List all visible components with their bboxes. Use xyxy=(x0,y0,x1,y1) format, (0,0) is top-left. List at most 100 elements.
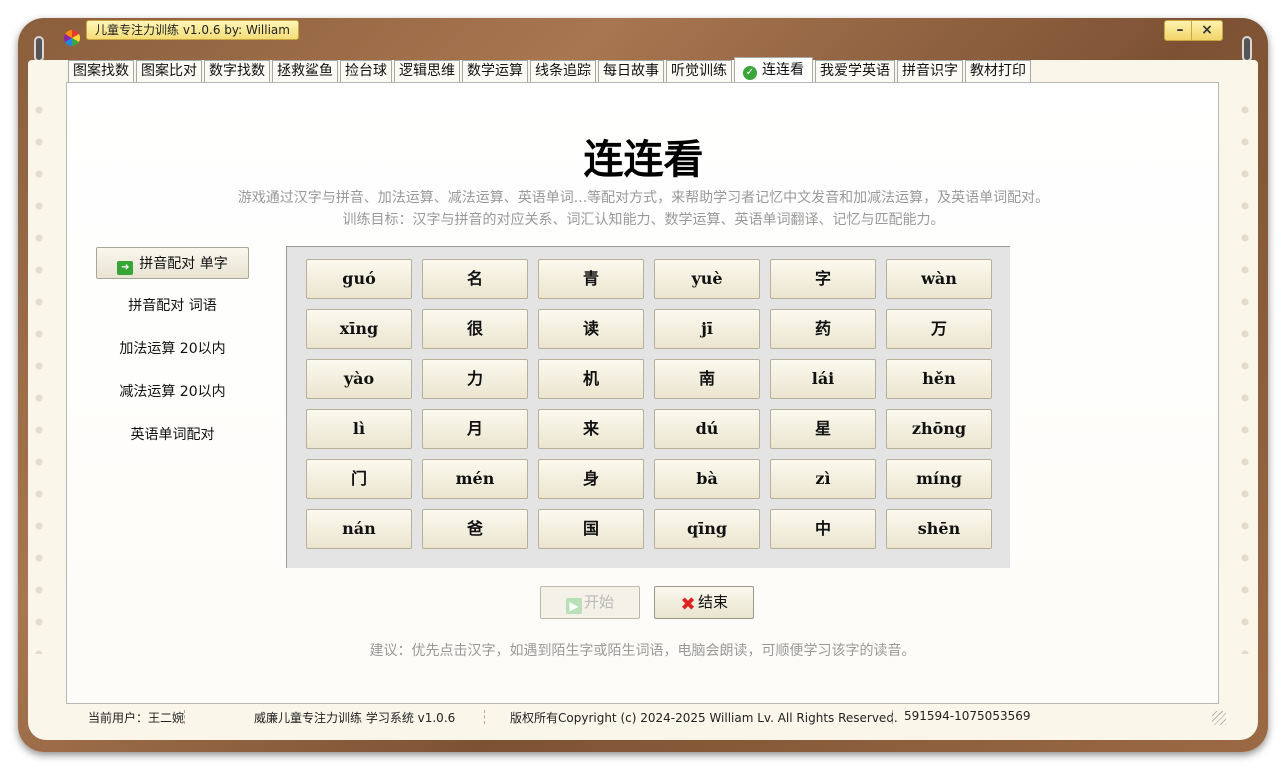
match-tile[interactable]: yuè xyxy=(654,259,760,299)
match-tile[interactable]: 青 xyxy=(538,259,644,299)
tab-9[interactable]: 听觉训练 xyxy=(666,60,732,82)
tab-label: 拯救鲨鱼 xyxy=(277,63,333,79)
page-description: 游戏通过汉字与拼音、加法运算、减法运算、英语单词...等配对方式，来帮助学习者记… xyxy=(237,190,1050,206)
status-system: 威廉儿童专注力训练 学习系统 v1.0.6 xyxy=(254,711,456,725)
match-tile[interactable]: xīng xyxy=(306,309,412,349)
tab-label: 捡台球 xyxy=(345,63,387,79)
mode-item-1[interactable]: 拼音配对 词语 xyxy=(96,290,249,322)
mode-item-4[interactable]: 英语单词配对 xyxy=(96,419,249,451)
match-tile[interactable]: bà xyxy=(654,459,760,499)
match-tile[interactable]: 爸 xyxy=(422,509,528,549)
match-tile[interactable]: wàn xyxy=(886,259,992,299)
match-tile[interactable]: shēn xyxy=(886,509,992,549)
match-tile[interactable]: 力 xyxy=(422,359,528,399)
tab-label: 教材打印 xyxy=(970,63,1026,79)
tab-1[interactable]: 图案比对 xyxy=(136,60,202,82)
match-tile[interactable]: 名 xyxy=(422,259,528,299)
usage-tip: 建议：优先点击汉字，如遇到陌生字或陌生词语，电脑会朗读，可顺便学习该字的读音。 xyxy=(369,643,916,659)
paper-holes-left xyxy=(34,94,44,654)
window-title: 儿童专注力训练 v1.0.6 by: William xyxy=(86,20,299,40)
mode-item-label: 减法运算 20以内 xyxy=(119,384,226,400)
match-tile[interactable]: míng xyxy=(886,459,992,499)
status-separator xyxy=(892,710,893,724)
match-board: guó 名青 yuè 字 wàn xīng 很读 jī 药万 yào 力机南 lái hěn lì 月来 dú… xyxy=(286,246,1010,568)
check-icon: ✓ xyxy=(743,66,757,80)
tab-3[interactable]: 拯救鲨鱼 xyxy=(272,60,338,82)
start-button-label: 开始 xyxy=(583,593,614,611)
match-tile[interactable]: lái xyxy=(770,359,876,399)
match-tile[interactable]: 南 xyxy=(654,359,760,399)
match-tile[interactable]: 读 xyxy=(538,309,644,349)
tab-5[interactable]: 逻辑思维 xyxy=(394,60,460,82)
tab-4[interactable]: 捡台球 xyxy=(340,60,392,82)
match-tile[interactable]: 月 xyxy=(422,409,528,449)
status-copyright: 版权所有Copyright (c) 2024-2025 William Lv. … xyxy=(510,711,898,725)
mode-item-label: 拼音配对 词语 xyxy=(128,298,217,314)
match-tile[interactable]: 字 xyxy=(770,259,876,299)
match-tile[interactable]: mén xyxy=(422,459,528,499)
tab-label: 连连看 xyxy=(762,62,804,78)
binder-ring-right xyxy=(1242,36,1252,62)
tab-label: 图案比对 xyxy=(141,63,197,79)
page-title: 连连看 xyxy=(583,137,704,183)
match-tile[interactable]: nán xyxy=(306,509,412,549)
close-button[interactable]: × xyxy=(1191,20,1223,41)
paper-holes-right xyxy=(1240,94,1250,654)
tab-label: 每日故事 xyxy=(603,63,659,79)
status-separator xyxy=(484,710,485,724)
match-tile[interactable]: 门 xyxy=(306,459,412,499)
mode-item-3[interactable]: 减法运算 20以内 xyxy=(96,376,249,408)
match-tile[interactable]: 身 xyxy=(538,459,644,499)
tab-label: 数学运算 xyxy=(467,63,523,79)
mode-item-2[interactable]: 加法运算 20以内 xyxy=(96,333,249,365)
match-tile[interactable]: zì xyxy=(770,459,876,499)
binder-ring-left xyxy=(34,36,44,62)
app-logo-icon xyxy=(64,30,80,46)
end-button[interactable]: ✖ 结束 xyxy=(654,586,754,619)
status-contact: 591594-1075053569 xyxy=(904,709,1031,723)
tab-8[interactable]: 每日故事 xyxy=(598,60,664,82)
close-x-icon: ✖ xyxy=(680,594,696,615)
status-user: 当前用户：王二婉 xyxy=(88,711,185,725)
tab-10[interactable]: ✓ 连连看 xyxy=(734,57,813,82)
tab-7[interactable]: 线条追踪 xyxy=(530,60,596,82)
status-bar: 当前用户：王二婉 威廉儿童专注力训练 学习系统 v1.0.6 版权所有Copyr… xyxy=(60,707,1230,727)
match-tile[interactable]: guó xyxy=(306,259,412,299)
match-tile[interactable]: qīng xyxy=(654,509,760,549)
tab-11[interactable]: 我爱学英语 xyxy=(815,60,895,82)
match-tile[interactable]: 中 xyxy=(770,509,876,549)
mode-item-label: 加法运算 20以内 xyxy=(119,341,226,357)
match-tile[interactable]: yào xyxy=(306,359,412,399)
match-tile[interactable]: dú xyxy=(654,409,760,449)
match-tile[interactable]: 来 xyxy=(538,409,644,449)
tab-label: 数字找数 xyxy=(209,63,265,79)
start-button[interactable]: ▶ 开始 xyxy=(540,586,640,619)
match-tile[interactable]: lì xyxy=(306,409,412,449)
tab-bar: 图案找数 图案比对 数字找数 拯救鲨鱼 捡台球 逻辑思维 数学运算 线条追踪 每日故事 听觉训练 ✓… xyxy=(68,57,1033,82)
tab-label: 听觉训练 xyxy=(671,63,727,79)
match-tile[interactable]: 国 xyxy=(538,509,644,549)
mode-menu: ➜ 拼音配对 单字拼音配对 词语 加法运算 20以内 减法运算 20以内 英语单词配对 xyxy=(96,247,249,462)
arrow-right-icon: ➜ xyxy=(117,261,134,275)
match-tile[interactable]: 星 xyxy=(770,409,876,449)
tab-6[interactable]: 数学运算 xyxy=(462,60,528,82)
match-tile[interactable]: 万 xyxy=(886,309,992,349)
tab-label: 逻辑思维 xyxy=(399,63,455,79)
match-tile[interactable]: 很 xyxy=(422,309,528,349)
tab-label: 我爱学英语 xyxy=(820,63,890,79)
end-button-label: 结束 xyxy=(697,593,728,611)
resize-grip-icon[interactable] xyxy=(1212,711,1226,725)
tab-label: 图案找数 xyxy=(73,63,129,79)
tab-2[interactable]: 数字找数 xyxy=(204,60,270,82)
tab-0[interactable]: 图案找数 xyxy=(68,60,134,82)
tab-12[interactable]: 拼音识字 xyxy=(897,60,963,82)
training-goal: 训练目标：汉字与拼音的对应关系、词汇认知能力、数学运算、英语单词翻译、记忆与匹配… xyxy=(342,212,945,228)
match-tile[interactable]: 机 xyxy=(538,359,644,399)
match-tile[interactable]: hěn xyxy=(886,359,992,399)
match-tile[interactable]: 药 xyxy=(770,309,876,349)
match-tile[interactable]: jī xyxy=(654,309,760,349)
tab-13[interactable]: 教材打印 xyxy=(965,60,1031,82)
mode-item-0[interactable]: ➜ 拼音配对 单字 xyxy=(96,247,249,279)
mode-item-label: 英语单词配对 xyxy=(130,427,215,443)
match-tile[interactable]: zhōng xyxy=(886,409,992,449)
